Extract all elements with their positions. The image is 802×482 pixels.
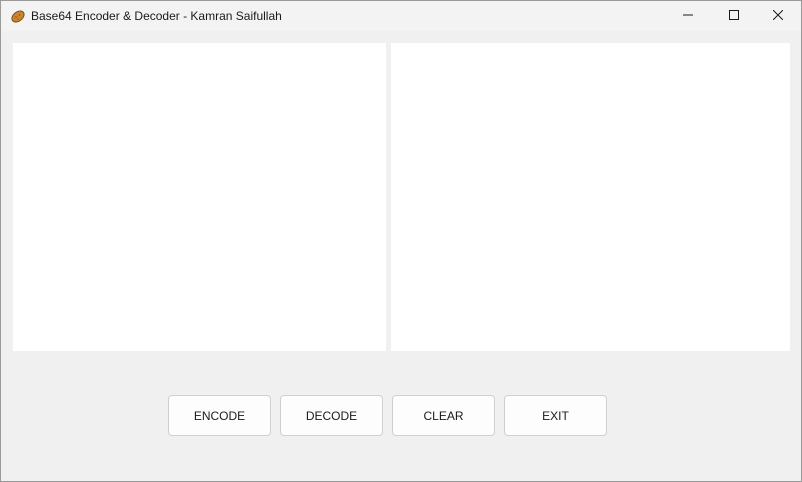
title-bar[interactable]: Base64 Encoder & Decoder - Kamran Saiful… bbox=[1, 1, 801, 31]
close-button[interactable] bbox=[755, 1, 801, 31]
exit-button[interactable]: EXIT bbox=[504, 395, 607, 436]
minimize-button[interactable] bbox=[665, 1, 711, 31]
encode-button[interactable]: ENCODE bbox=[168, 395, 271, 436]
maximize-button[interactable] bbox=[711, 1, 757, 31]
window-title: Base64 Encoder & Decoder - Kamran Saiful… bbox=[31, 9, 282, 23]
input-text-area[interactable] bbox=[13, 43, 386, 351]
decode-button[interactable]: DECODE bbox=[280, 395, 383, 436]
minimize-icon bbox=[683, 7, 693, 25]
client-area: ENCODE DECODE CLEAR EXIT bbox=[1, 31, 801, 481]
clear-button[interactable]: CLEAR bbox=[392, 395, 495, 436]
potato-app-icon bbox=[10, 8, 26, 24]
close-icon bbox=[772, 7, 784, 25]
maximize-icon bbox=[729, 7, 739, 25]
output-text-area[interactable] bbox=[391, 43, 790, 351]
app-window: Base64 Encoder & Decoder - Kamran Saiful… bbox=[0, 0, 802, 482]
